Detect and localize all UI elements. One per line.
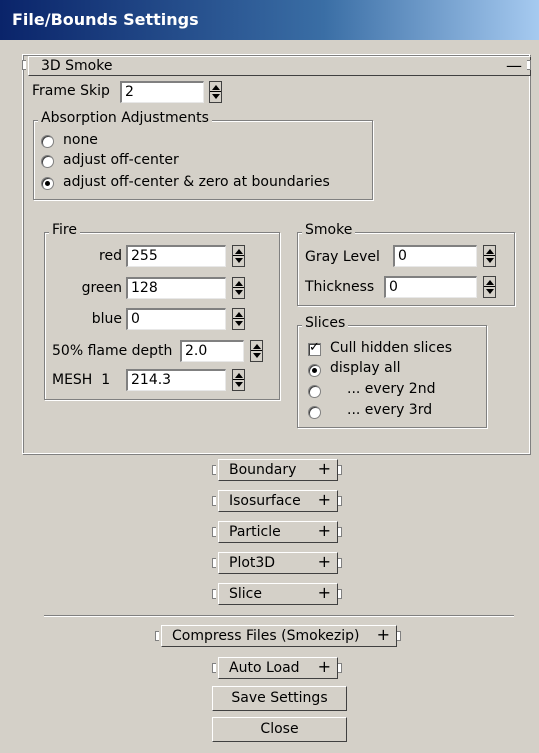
smoke3d-rollout-header[interactable]: 3D Smoke —	[28, 56, 531, 76]
auto-load-rollout-button[interactable]: Auto Load +	[218, 657, 338, 679]
rollout-edge-right	[397, 631, 401, 641]
plot3d-label: Plot3D	[229, 555, 276, 571]
close-button[interactable]: Close	[212, 717, 347, 742]
smoke3d-header-label: 3D Smoke	[41, 58, 113, 74]
rollout-edge-right	[527, 60, 531, 70]
rollout-edge-left	[212, 558, 216, 568]
particle-rollout-button[interactable]: Particle +	[218, 521, 338, 543]
plot3d-rollout-button[interactable]: Plot3D +	[218, 552, 338, 574]
absorption-radio-off-center-zero[interactable]	[41, 177, 54, 190]
slices-title: Slices	[302, 315, 349, 331]
smoke-title: Smoke	[302, 222, 356, 238]
frame-skip-label: Frame Skip	[32, 83, 110, 99]
expand-icon: +	[317, 552, 331, 571]
boundary-label: Boundary	[229, 462, 297, 478]
green-spinner[interactable]	[232, 277, 245, 299]
rollout-edge-left	[212, 663, 216, 673]
green-input[interactable]: 128	[126, 277, 226, 299]
title-bar: File/Bounds Settings	[0, 0, 539, 40]
thickness-spinner[interactable]	[483, 276, 496, 298]
mesh-label: MESH 1	[52, 372, 111, 388]
flame-depth-label: 50% flame depth	[52, 343, 173, 359]
rollout-edge-left	[212, 465, 216, 475]
frame-skip-spinner[interactable]	[209, 81, 222, 103]
gray-level-label: Gray Level	[305, 249, 380, 265]
separator	[44, 615, 514, 617]
thickness-label: Thickness	[305, 279, 375, 295]
rollout-edge-left	[155, 631, 159, 641]
rollout-edge-right	[338, 558, 342, 568]
expand-icon: +	[317, 521, 331, 540]
absorption-title: Absorption Adjustments	[38, 110, 212, 126]
expand-icon: +	[317, 657, 331, 676]
rollout-edge-left	[212, 589, 216, 599]
isosurface-label: Isosurface	[229, 493, 301, 509]
absorption-option-none[interactable]: none	[63, 132, 98, 148]
red-spinner[interactable]	[232, 245, 245, 267]
blue-spinner[interactable]	[232, 308, 245, 330]
rollout-edge-right	[338, 527, 342, 537]
isosurface-rollout-button[interactable]: Isosurface +	[218, 490, 338, 512]
absorption-radio-none[interactable]	[41, 135, 54, 148]
fire-title: Fire	[49, 222, 80, 238]
red-label: red	[99, 248, 122, 264]
cull-hidden-checkbox[interactable]	[308, 340, 321, 356]
rollout-edge-left	[22, 60, 26, 70]
rollout-edge-right	[338, 663, 342, 673]
slice-rollout-button[interactable]: Slice +	[218, 583, 338, 605]
boundary-rollout-button[interactable]: Boundary +	[218, 459, 338, 481]
save-settings-button[interactable]: Save Settings	[212, 686, 347, 711]
slices-option-every-2nd[interactable]: ... every 2nd	[347, 381, 435, 397]
slice-label: Slice	[229, 586, 262, 602]
expand-icon: +	[317, 459, 331, 478]
absorption-option-off-center[interactable]: adjust off-center	[63, 152, 179, 168]
blue-input[interactable]: 0	[126, 308, 226, 330]
slices-radio-every-3rd[interactable]	[308, 406, 321, 419]
collapse-icon[interactable]: —	[506, 56, 522, 75]
green-label: green	[81, 280, 122, 296]
slices-option-every-3rd[interactable]: ... every 3rd	[347, 402, 432, 418]
red-input[interactable]: 255	[126, 245, 226, 267]
rollout-edge-left	[212, 496, 216, 506]
slices-option-display-all[interactable]: display all	[330, 360, 401, 376]
rollout-edge-left	[212, 527, 216, 537]
expand-icon: +	[317, 583, 331, 602]
window-title: File/Bounds Settings	[12, 10, 199, 29]
slices-radio-display-all[interactable]	[308, 364, 321, 377]
flame-depth-input[interactable]: 2.0	[180, 340, 244, 362]
rollout-edge-right	[338, 589, 342, 599]
thickness-input[interactable]: 0	[384, 276, 477, 298]
expand-icon: +	[317, 490, 331, 509]
rollout-edge-right	[338, 496, 342, 506]
auto-load-label: Auto Load	[229, 660, 300, 676]
frame-skip-input[interactable]: 2	[120, 81, 204, 103]
mesh-input[interactable]: 214.3	[126, 369, 226, 391]
mesh-spinner[interactable]	[232, 369, 245, 391]
expand-icon: +	[376, 625, 390, 644]
gray-level-spinner[interactable]	[483, 245, 496, 267]
gray-level-input[interactable]: 0	[393, 245, 477, 267]
slices-radio-every-2nd[interactable]	[308, 385, 321, 398]
rollout-edge-right	[338, 465, 342, 475]
absorption-option-off-center-zero[interactable]: adjust off-center & zero at boundaries	[63, 174, 330, 190]
cull-hidden-label[interactable]: Cull hidden slices	[330, 340, 452, 356]
absorption-radio-off-center[interactable]	[41, 155, 54, 168]
compress-label: Compress Files (Smokezip)	[172, 628, 360, 644]
compress-rollout-button[interactable]: Compress Files (Smokezip) +	[161, 625, 397, 647]
flame-depth-spinner[interactable]	[250, 340, 263, 362]
particle-label: Particle	[229, 524, 281, 540]
blue-label: blue	[91, 311, 122, 327]
